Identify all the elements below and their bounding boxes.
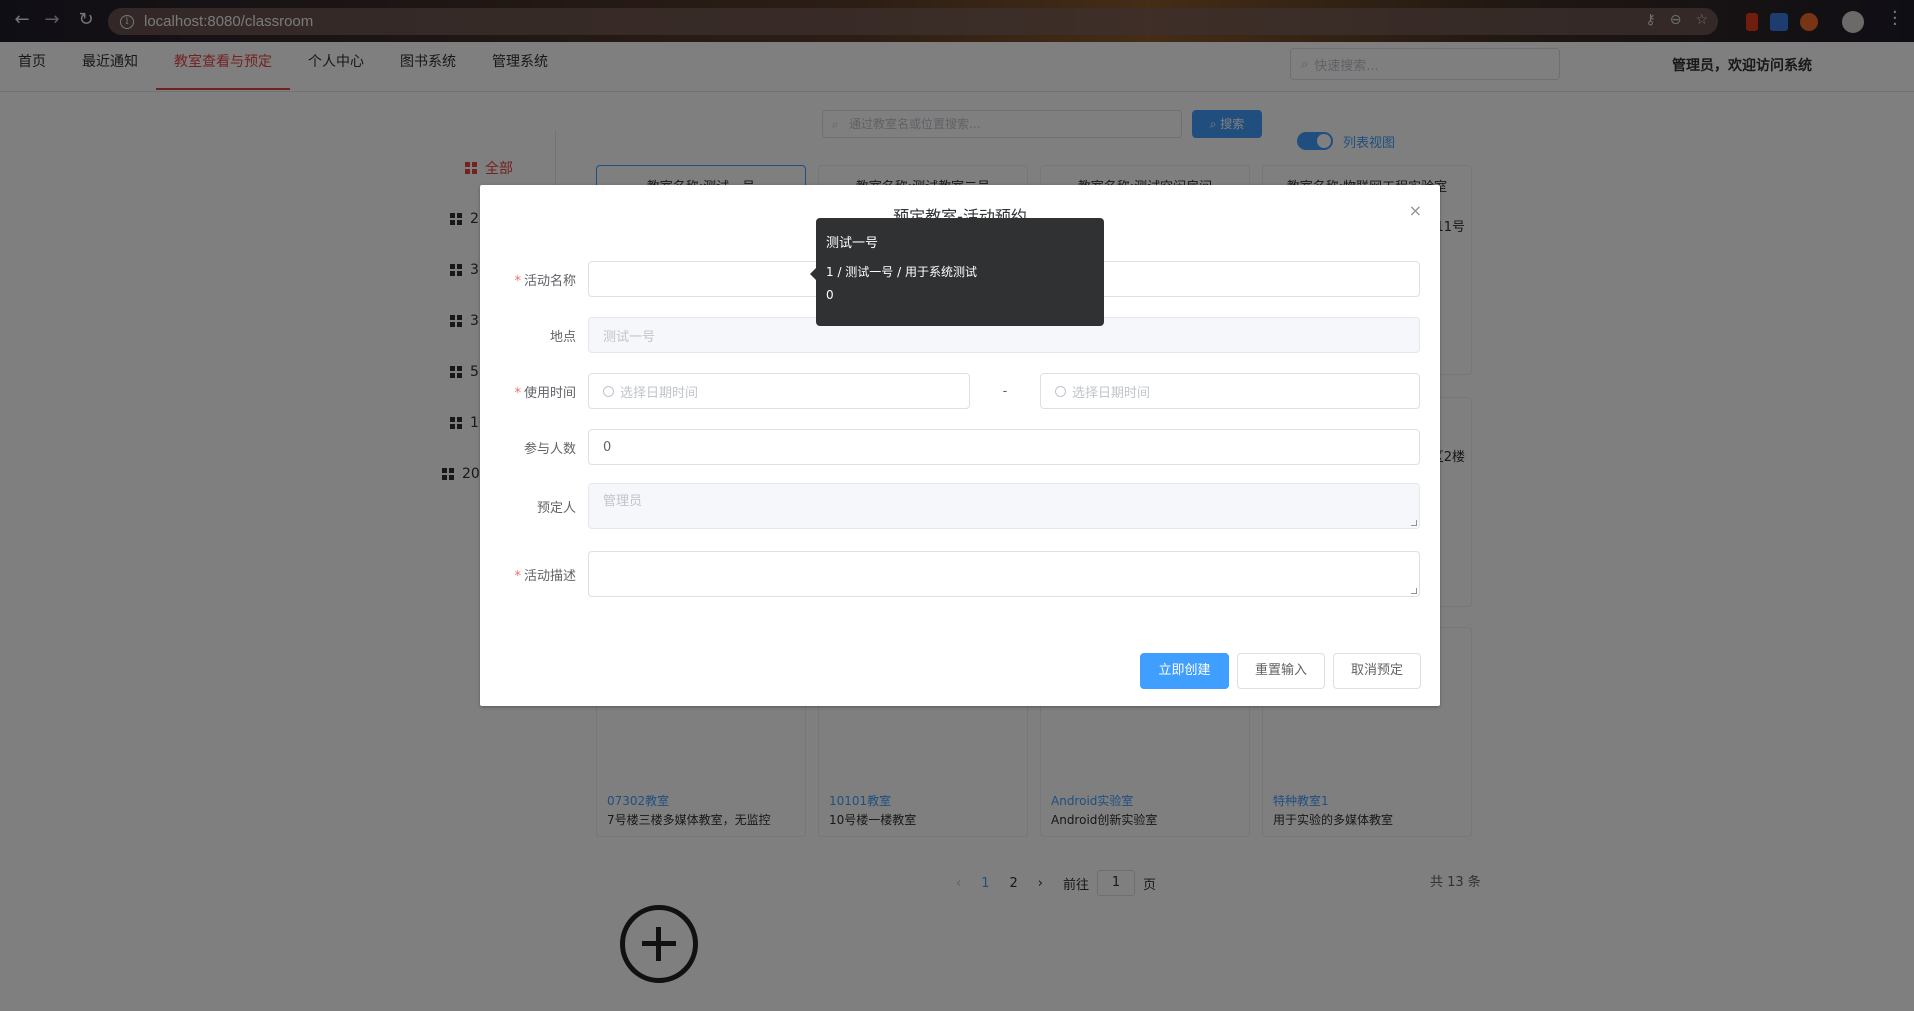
start-time-placeholder: 选择日期时间 (620, 385, 699, 401)
activity-name-label: * 活动名称 (514, 273, 576, 289)
tooltip-count: 0 (826, 288, 834, 302)
end-time-placeholder: 选择日期时间 (1072, 385, 1151, 401)
form-row-time: * 使用时间 选择日期时间 - 选择日期时间 (480, 373, 1440, 409)
clock-icon (1055, 385, 1066, 397)
close-icon[interactable]: × (1409, 201, 1422, 220)
tooltip-title: 测试一号 (826, 236, 879, 251)
description-textarea[interactable] (588, 551, 1420, 597)
participants-label: 参与人数 (523, 441, 576, 457)
form-row-description: * 活动描述 (480, 551, 1440, 597)
location-label: 地点 (549, 329, 576, 345)
resize-handle-icon[interactable] (1411, 520, 1417, 526)
booker-placeholder: 管理员 (603, 494, 643, 509)
end-time-picker[interactable]: 选择日期时间 (1040, 373, 1420, 409)
create-button[interactable]: 立即创建 (1140, 653, 1229, 689)
form-row-participants: 参与人数 0 (480, 429, 1440, 465)
clock-icon (603, 385, 614, 397)
classroom-tooltip: 测试一号 1 / 测试一号 / 用于系统测试 0 (810, 218, 1104, 326)
participants-input[interactable]: 0 (588, 429, 1420, 465)
resize-handle-icon[interactable] (1411, 588, 1417, 594)
time-separator: - (1002, 383, 1008, 399)
tooltip-detail: 1 / 测试一号 / 用于系统测试 (826, 265, 977, 279)
reset-button[interactable]: 重置输入 (1237, 653, 1325, 689)
booker-label: 预定人 (536, 500, 576, 516)
form-row-booker: 预定人 管理员 (480, 483, 1440, 529)
description-label: * 活动描述 (514, 568, 576, 584)
booker-textarea: 管理员 (588, 483, 1420, 529)
cancel-booking-button[interactable]: 取消预定 (1333, 653, 1421, 689)
start-time-picker[interactable]: 选择日期时间 (588, 373, 970, 409)
time-label: * 使用时间 (514, 385, 576, 401)
